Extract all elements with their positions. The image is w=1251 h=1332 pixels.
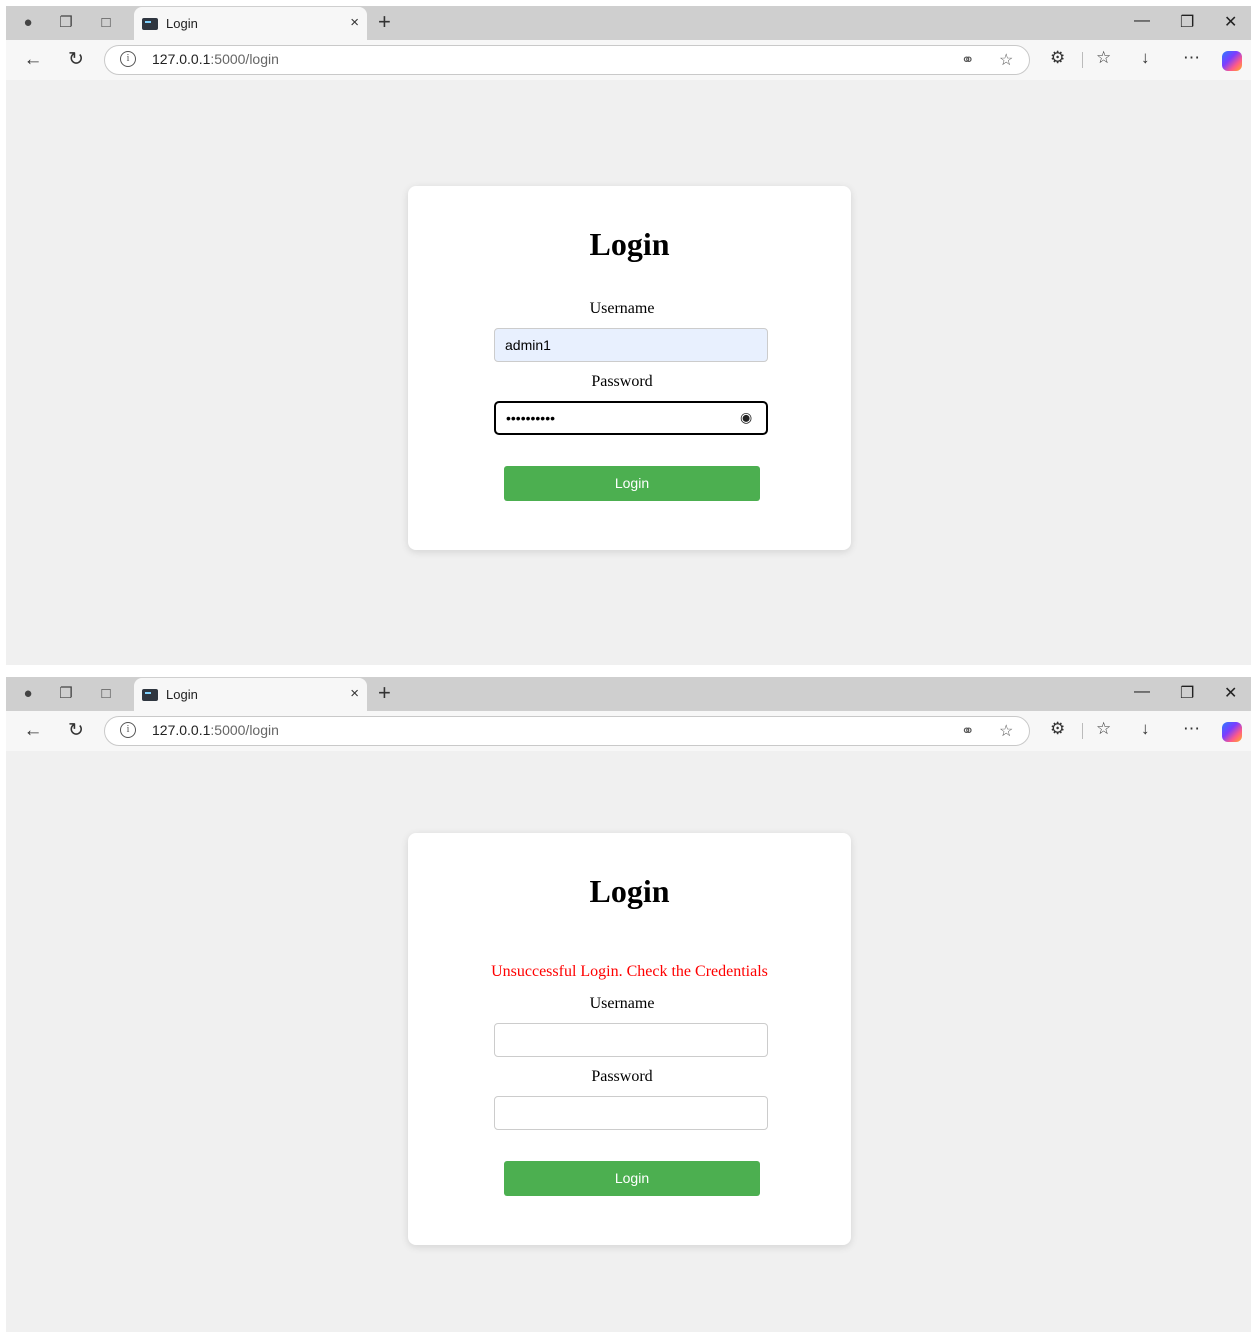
- browser-window-1: ● ❐ □ Login × + — ❐ ✕ ← ↻ i 127.0.0.1:50…: [6, 6, 1251, 665]
- password-label: Password: [591, 373, 653, 390]
- info-icon[interactable]: i: [120, 51, 136, 67]
- password-label: Password: [591, 1068, 653, 1085]
- login-card: Login Username admin1 Password •••••••••…: [408, 186, 851, 550]
- page-viewport: Login Username admin1 Password •••••••••…: [8, 80, 1249, 663]
- copilot-icon[interactable]: [1222, 51, 1242, 71]
- workspaces-icon[interactable]: ❐: [56, 13, 76, 33]
- password-input[interactable]: [494, 1096, 768, 1130]
- page-title: Login: [589, 226, 670, 262]
- minimize-icon[interactable]: —: [1134, 683, 1150, 701]
- tab-title: Login: [166, 16, 198, 31]
- toolbar-separator: [1082, 723, 1083, 739]
- restore-icon[interactable]: ❐: [1180, 683, 1194, 703]
- page-viewport: Login Unsuccessful Login. Check the Cred…: [8, 751, 1249, 1330]
- username-input[interactable]: admin1: [494, 328, 768, 362]
- username-label: Username: [589, 995, 655, 1012]
- refresh-icon[interactable]: ↻: [64, 48, 88, 72]
- back-icon[interactable]: ←: [21, 48, 45, 72]
- tab-close-icon[interactable]: ×: [350, 14, 359, 31]
- profile-icon[interactable]: ●: [18, 13, 38, 33]
- navigation-bar: ← ↻ i 127.0.0.1:5000/login ⚭ ☆ ⚙ ☆ ↓ ⋯: [6, 40, 1251, 80]
- star-icon[interactable]: ☆: [999, 50, 1013, 70]
- terminal-favicon-icon: [142, 18, 158, 30]
- address-bar[interactable]: i 127.0.0.1:5000/login ⚭ ☆: [104, 45, 1030, 75]
- copilot-icon[interactable]: [1222, 722, 1242, 742]
- url-text: 127.0.0.1:5000/login: [152, 51, 279, 67]
- username-label: Username: [589, 300, 655, 317]
- tab-close-icon[interactable]: ×: [350, 685, 359, 702]
- extensions-icon[interactable]: ⚙: [1050, 719, 1065, 739]
- page-title: Login: [589, 873, 670, 909]
- key-icon[interactable]: ⚭: [961, 50, 974, 70]
- password-input[interactable]: •••••••••• ◉: [494, 401, 768, 435]
- info-icon[interactable]: i: [120, 722, 136, 738]
- tab-login[interactable]: Login ×: [134, 678, 367, 711]
- key-icon[interactable]: ⚭: [961, 721, 974, 741]
- password-value: ••••••••••: [506, 410, 556, 426]
- error-message: Unsuccessful Login. Check the Credential…: [491, 963, 768, 980]
- show-password-icon[interactable]: ◉: [740, 410, 756, 424]
- favorites-icon[interactable]: ☆: [1096, 48, 1111, 68]
- close-icon[interactable]: ✕: [1224, 12, 1237, 32]
- terminal-favicon-icon: [142, 689, 158, 701]
- close-icon[interactable]: ✕: [1224, 683, 1237, 703]
- more-icon[interactable]: ⋯: [1183, 48, 1200, 68]
- login-card: Login Unsuccessful Login. Check the Cred…: [408, 833, 851, 1245]
- title-bar: ● ❐ □ Login × + — ❐ ✕: [6, 677, 1251, 711]
- browser-window-2: ● ❐ □ Login × + — ❐ ✕ ← ↻ i 127.0.0.1:50…: [6, 677, 1251, 1332]
- download-icon[interactable]: ↓: [1141, 48, 1150, 68]
- toolbar-separator: [1082, 52, 1083, 68]
- login-button[interactable]: Login: [504, 466, 760, 501]
- username-input[interactable]: [494, 1023, 768, 1057]
- minimize-icon[interactable]: —: [1134, 12, 1150, 30]
- address-bar[interactable]: i 127.0.0.1:5000/login ⚭ ☆: [104, 716, 1030, 746]
- star-icon[interactable]: ☆: [999, 721, 1013, 741]
- refresh-icon[interactable]: ↻: [64, 719, 88, 743]
- extensions-icon[interactable]: ⚙: [1050, 48, 1065, 68]
- back-icon[interactable]: ←: [21, 719, 45, 743]
- tab-login[interactable]: Login ×: [134, 7, 367, 40]
- favorites-icon[interactable]: ☆: [1096, 719, 1111, 739]
- navigation-bar: ← ↻ i 127.0.0.1:5000/login ⚭ ☆ ⚙ ☆ ↓ ⋯: [6, 711, 1251, 751]
- more-icon[interactable]: ⋯: [1183, 719, 1200, 739]
- profile-icon[interactable]: ●: [18, 684, 38, 704]
- login-button[interactable]: Login: [504, 1161, 760, 1196]
- new-tab-button[interactable]: +: [378, 9, 391, 35]
- download-icon[interactable]: ↓: [1141, 719, 1150, 739]
- sidebar-icon[interactable]: □: [96, 684, 116, 704]
- sidebar-icon[interactable]: □: [96, 13, 116, 33]
- url-text: 127.0.0.1:5000/login: [152, 722, 279, 738]
- title-bar: ● ❐ □ Login × + — ❐ ✕: [6, 6, 1251, 40]
- restore-icon[interactable]: ❐: [1180, 12, 1194, 32]
- tab-title: Login: [166, 687, 198, 702]
- new-tab-button[interactable]: +: [378, 680, 391, 706]
- workspaces-icon[interactable]: ❐: [56, 684, 76, 704]
